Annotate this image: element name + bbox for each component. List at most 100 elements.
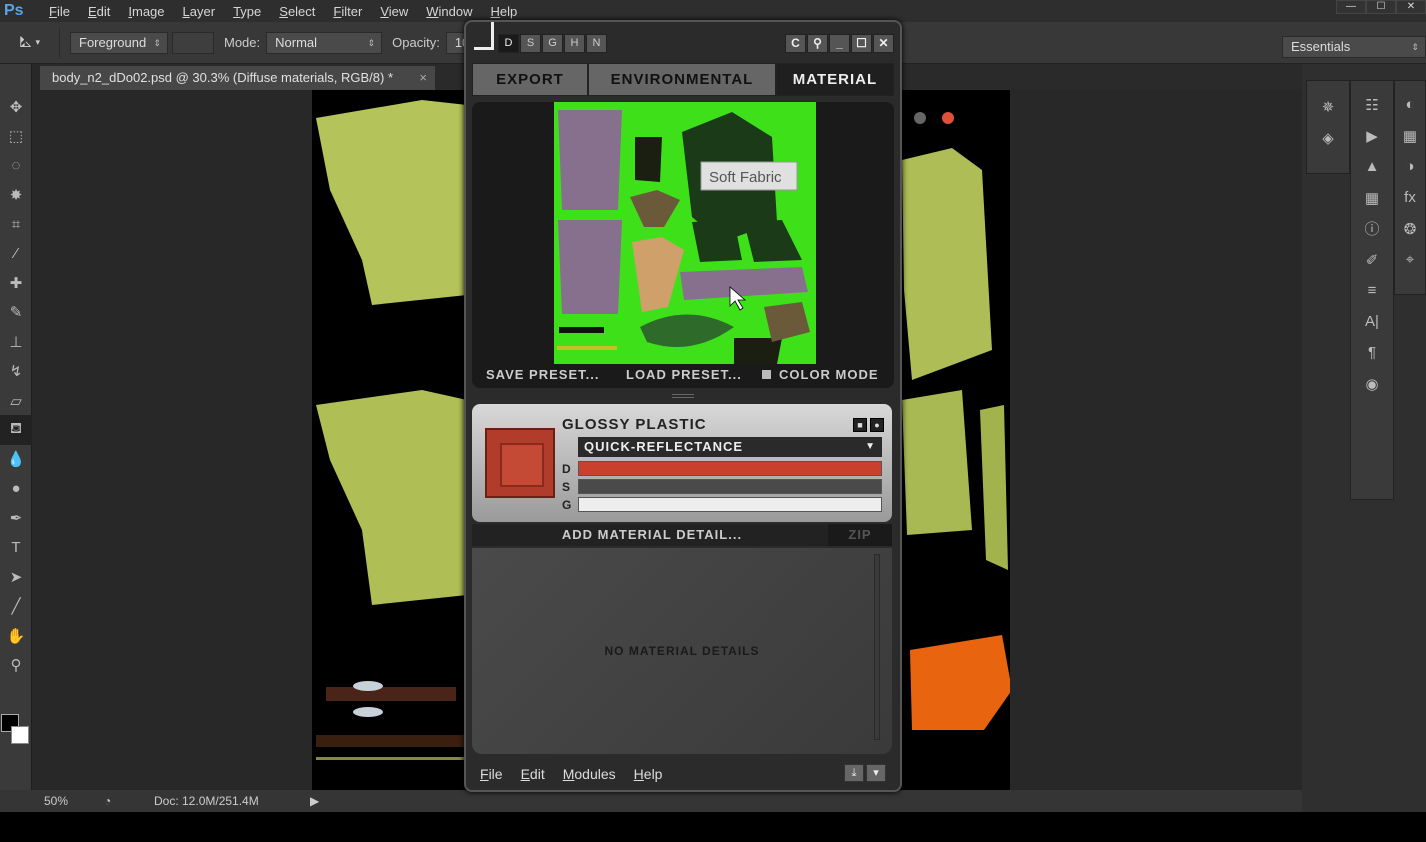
channel-g-bar[interactable]: [578, 497, 882, 512]
ddo-menu-file[interactable]: File: [480, 766, 503, 782]
menu-edit[interactable]: Edit: [79, 4, 119, 19]
close-button[interactable]: ✕: [1396, 0, 1426, 14]
history-brush-tool[interactable]: ↯: [0, 357, 32, 386]
load-preset-button[interactable]: LOAD PRESET...: [612, 362, 752, 388]
menu-type[interactable]: Type: [224, 4, 270, 19]
fx-icon[interactable]: fx: [1395, 182, 1425, 213]
menu-select[interactable]: Select: [270, 4, 324, 19]
color-mode-toggle[interactable]: COLOR MODE: [752, 362, 894, 388]
menu-layer[interactable]: Layer: [174, 4, 225, 19]
eyedropper-tool[interactable]: ⁄: [0, 239, 32, 268]
history-icon[interactable]: ☷: [1351, 89, 1393, 120]
stamp-tool[interactable]: ⊥: [0, 327, 32, 356]
ddo-menu-edit[interactable]: Edit: [521, 766, 545, 782]
pattern-picker[interactable]: [172, 31, 214, 54]
add-material-detail-button[interactable]: ADD MATERIAL DETAIL...: [472, 524, 832, 546]
material-preset-dropdown[interactable]: QUICK-REFLECTANCE ▼: [578, 437, 882, 457]
ddo-menu-help[interactable]: Help: [634, 766, 663, 782]
navigator-icon[interactable]: ✵: [1307, 91, 1349, 122]
tab-material[interactable]: MATERIAL: [776, 63, 894, 96]
zoom-tool[interactable]: ⚲: [0, 650, 32, 679]
menu-filter[interactable]: Filter: [324, 4, 371, 19]
info-icon[interactable]: ⓘ: [1351, 213, 1393, 244]
blur-tool[interactable]: 💧: [0, 445, 32, 474]
eraser-tool[interactable]: ▱: [0, 386, 32, 415]
maximize-icon[interactable]: ☐: [851, 34, 872, 53]
tab-environmental[interactable]: ENVIRONMENTAL: [588, 63, 776, 96]
export-icon[interactable]: ▾: [866, 764, 886, 782]
chevron-down-icon: ▼: [865, 441, 876, 452]
fill-source-select[interactable]: Foreground ⇕: [70, 31, 168, 54]
pin-icon[interactable]: ⚲: [807, 34, 828, 53]
details-scrollbar[interactable]: [874, 554, 880, 740]
minimize-icon[interactable]: _: [829, 34, 850, 53]
menu-view[interactable]: View: [371, 4, 417, 19]
healing-tool[interactable]: ✚: [0, 268, 32, 297]
tab-export[interactable]: EXPORT: [472, 63, 588, 96]
zoom-level[interactable]: 50%: [44, 794, 104, 808]
minimize-button[interactable]: —: [1336, 0, 1366, 14]
mode-s-button[interactable]: S: [520, 34, 541, 53]
color-mode-checkbox[interactable]: [762, 370, 771, 379]
dodge-tool[interactable]: ●: [0, 474, 32, 503]
resize-handle[interactable]: [672, 394, 694, 398]
lasso-tool[interactable]: ◌: [0, 151, 32, 180]
mode-d-button[interactable]: D: [498, 34, 519, 53]
channels-icon[interactable]: ❂: [1395, 213, 1425, 244]
line-tool[interactable]: ╱: [0, 592, 32, 621]
move-tool[interactable]: ✥: [0, 92, 32, 121]
zip-button[interactable]: ZIP: [828, 524, 892, 546]
brush-icon[interactable]: ≡: [1351, 275, 1393, 306]
swatches-icon[interactable]: ◐: [1395, 89, 1425, 120]
kuler-icon[interactable]: ◉: [1351, 368, 1393, 399]
menu-help[interactable]: Help: [482, 4, 527, 19]
mode-select[interactable]: Normal ⇕: [266, 31, 383, 54]
ddo-titlebar[interactable]: D S G H N C ⚲ _ ☐ ✕: [466, 22, 900, 60]
adjustments-icon[interactable]: ◑: [1395, 151, 1425, 182]
brush-presets-icon[interactable]: ✐: [1351, 244, 1393, 275]
path-select-tool[interactable]: ➤: [0, 562, 32, 591]
save-preset-button[interactable]: SAVE PRESET...: [472, 362, 612, 388]
menu-image[interactable]: Image: [119, 4, 173, 19]
mode-n-button[interactable]: N: [586, 34, 607, 53]
type-tool[interactable]: T: [0, 533, 32, 562]
mode-h-button[interactable]: H: [564, 34, 585, 53]
menu-file[interactable]: File: [40, 4, 79, 19]
hand-tool[interactable]: ✋: [0, 621, 32, 650]
layers-icon[interactable]: ◈: [1307, 122, 1349, 153]
histogram-icon[interactable]: ▲: [1351, 151, 1393, 182]
menu-window[interactable]: Window: [417, 4, 481, 19]
download-icon[interactable]: ⤓: [844, 764, 864, 782]
tool-preset-picker[interactable]: ⛡ ▾: [0, 27, 60, 58]
document-tab[interactable]: body_n2_dDo02.psd @ 30.3% (Diffuse mater…: [40, 66, 435, 90]
status-icon[interactable]: ◔: [104, 794, 154, 808]
character-icon[interactable]: A|: [1351, 306, 1393, 337]
workspace-select[interactable]: Essentials ⇕: [1282, 36, 1426, 58]
ddo-menu-modules[interactable]: Modules: [563, 766, 616, 782]
close-icon[interactable]: ✕: [873, 34, 894, 53]
opacity-label: Opacity:: [392, 35, 440, 50]
close-tab-icon[interactable]: ×: [419, 66, 427, 90]
properties-icon[interactable]: ▦: [1351, 182, 1393, 213]
channel-s-bar[interactable]: [578, 479, 882, 494]
crop-tool[interactable]: ⌗: [0, 210, 32, 239]
styles-icon[interactable]: ▦: [1395, 120, 1425, 151]
paint-bucket-tool[interactable]: ⛾: [0, 415, 32, 445]
refresh-icon[interactable]: C: [785, 34, 806, 53]
mode-g-button[interactable]: G: [542, 34, 563, 53]
paragraph-icon[interactable]: ¶: [1351, 337, 1393, 368]
status-menu-arrow-icon[interactable]: ▶: [310, 794, 319, 808]
maximize-button[interactable]: ☐: [1366, 0, 1396, 14]
channel-d-bar[interactable]: [578, 461, 882, 476]
uv-map-preview[interactable]: Soft Fabric: [472, 102, 894, 388]
pen-tool[interactable]: ✒: [0, 503, 32, 532]
actions-icon[interactable]: ▶: [1351, 120, 1393, 151]
material-swatch[interactable]: [485, 428, 555, 498]
sphere-view-icon[interactable]: ●: [870, 418, 884, 432]
paths-icon[interactable]: ⌖: [1395, 244, 1425, 275]
marquee-tool[interactable]: ⬚: [0, 121, 32, 150]
background-color-swatch[interactable]: [11, 726, 29, 744]
brush-tool[interactable]: ✎: [0, 298, 32, 327]
flat-view-icon[interactable]: ■: [853, 418, 867, 432]
magic-wand-tool[interactable]: ✸: [0, 180, 32, 209]
